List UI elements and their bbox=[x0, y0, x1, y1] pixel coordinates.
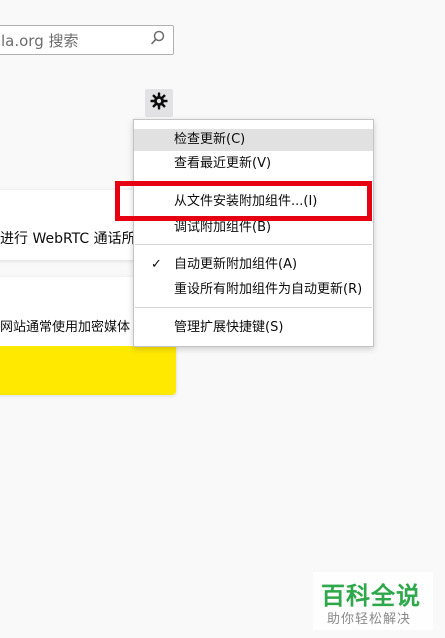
gear-icon bbox=[150, 92, 168, 114]
tools-gear-button[interactable] bbox=[145, 89, 173, 117]
menu-item-auto-update[interactable]: ✓ 自动更新附加组件(A) bbox=[134, 254, 373, 276]
menu-item-label: 查看最近更新(V) bbox=[174, 156, 272, 171]
menu-item-label: 自动更新附加组件(A) bbox=[174, 257, 298, 272]
watermark-subtitle: 助你轻松解决 bbox=[327, 612, 412, 627]
menu-separator bbox=[135, 244, 372, 245]
search-placeholder: la.org 搜索 bbox=[1, 31, 79, 50]
addon-description: 网站通常使用加密媒体 bbox=[0, 320, 131, 335]
menu-item-reset-auto-update[interactable]: 重设所有附加组件为自动更新(R) bbox=[134, 279, 373, 301]
search-icon bbox=[149, 29, 173, 51]
watermark-title: 百科全说 bbox=[321, 582, 421, 610]
tools-menu: 检查更新(C) 查看最近更新(V) 从文件安装附加组件...(I) 调试附加组件… bbox=[133, 119, 374, 347]
warning-banner bbox=[0, 346, 176, 395]
annotation-highlight-box bbox=[115, 181, 372, 221]
menu-item-manage-shortcuts[interactable]: 管理扩展快捷键(S) bbox=[134, 317, 373, 339]
menu-item-view-recent-updates[interactable]: 查看最近更新(V) bbox=[134, 153, 373, 175]
menu-separator bbox=[135, 307, 372, 308]
checkmark-icon: ✓ bbox=[151, 257, 162, 272]
search-input[interactable]: la.org 搜索 bbox=[0, 25, 174, 55]
addon-description: 进行 WebRTC 通话所需 bbox=[0, 231, 150, 247]
menu-item-check-updates[interactable]: 检查更新(C) bbox=[134, 129, 373, 151]
watermark: 百科全说 助你轻松解决 bbox=[313, 572, 433, 630]
menu-item-label: 重设所有附加组件为自动更新(R) bbox=[174, 282, 363, 297]
menu-item-label: 检查更新(C) bbox=[174, 132, 246, 147]
menu-item-label: 管理扩展快捷键(S) bbox=[174, 320, 284, 335]
